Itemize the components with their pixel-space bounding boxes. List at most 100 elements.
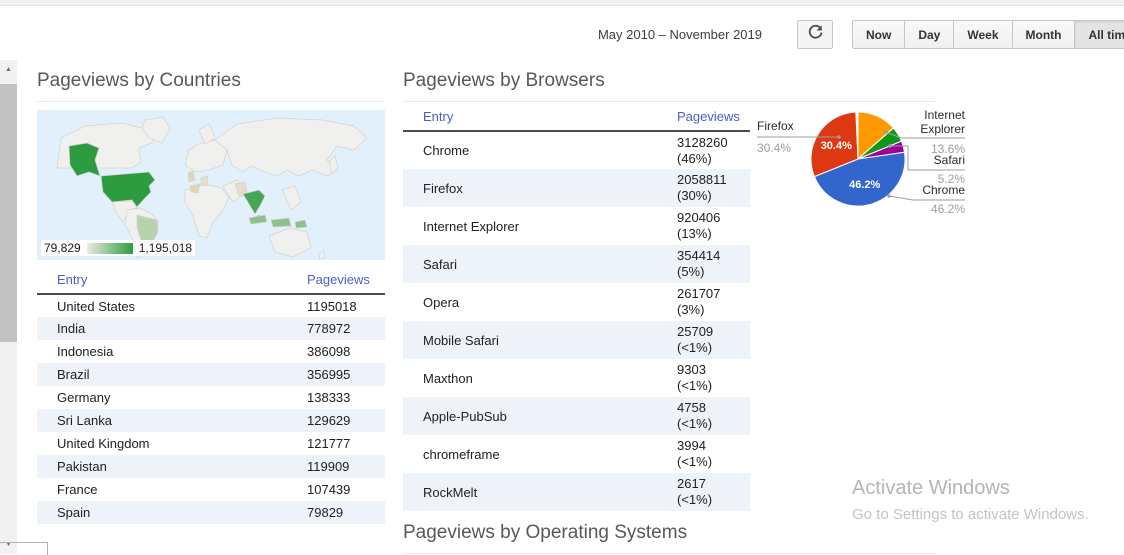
pie-inside-label: 30.4% (821, 140, 852, 152)
browsers-table: Entry Pageviews Chrome3128260(46%)Firefo… (403, 104, 750, 511)
entry-cell: United Kingdom (37, 432, 307, 455)
table-row: Chrome3128260(46%) (403, 131, 750, 169)
table-row: Apple-PubSub4758(<1%) (403, 397, 750, 435)
entry-cell: Germany (37, 386, 307, 409)
entry-cell: United States (37, 294, 307, 317)
pageviews-cell: 2617(<1%) (677, 473, 750, 511)
entry-cell: Indonesia (37, 340, 307, 363)
pageviews-cell: 3994(<1%) (677, 435, 750, 473)
entry-cell: Spain (37, 501, 307, 524)
table-row: Indonesia386098 (37, 340, 385, 363)
table-header-row: Entry Pageviews (37, 267, 385, 294)
table-row: Pakistan119909 (37, 455, 385, 478)
countries-table: Entry Pageviews United States1195018Indi… (37, 267, 385, 524)
pageviews-cell: 386098 (307, 340, 385, 363)
table-row: Mobile Safari25709(<1%) (403, 321, 750, 359)
table-row: Spain79829 (37, 501, 385, 524)
table-row: Brazil356995 (37, 363, 385, 386)
table-row: India778972 (37, 317, 385, 340)
pie-callout-chrome-pct: 46.2% (903, 202, 965, 216)
entry-cell: chromeframe (403, 435, 677, 473)
pageviews-column-header[interactable]: Pageviews (307, 267, 385, 294)
entry-cell: Firefox (403, 169, 677, 207)
vertical-scrollbar[interactable]: ▲ ▼ (0, 60, 17, 554)
activate-windows-subtext: Go to Settings to activate Windows. (852, 506, 1089, 523)
pie-callout-ie-label: Internet Explorer (903, 108, 965, 136)
entry-cell: France (37, 478, 307, 501)
pageviews-cell: 261707(3%) (677, 283, 750, 321)
countries-section-title: Pageviews by Countries (37, 70, 385, 102)
entry-cell: Mobile Safari (403, 321, 677, 359)
table-header-row: Entry Pageviews (403, 104, 750, 131)
section-pageviews-by-operating-systems: Pageviews by Operating Systems (403, 522, 935, 554)
activate-windows-watermark: Activate Windows (852, 477, 1010, 500)
entry-cell: Maxthon (403, 359, 677, 397)
time-range-button-group: Now Day Week Month All time (852, 20, 1124, 49)
table-row: RockMelt2617(<1%) (403, 473, 750, 511)
table-row: Internet Explorer920406(13%) (403, 207, 750, 245)
entry-cell: Apple-PubSub (403, 397, 677, 435)
browsers-section-title: Pageviews by Browsers (403, 70, 935, 102)
entry-cell: Brazil (37, 363, 307, 386)
pageviews-column-header[interactable]: Pageviews (677, 104, 750, 131)
refresh-icon (807, 24, 824, 46)
scroll-up-arrow-icon[interactable]: ▲ (0, 62, 17, 77)
table-row: Safari354414(5%) (403, 245, 750, 283)
pageviews-cell: 129629 (307, 409, 385, 432)
pageviews-cell: 25709(<1%) (677, 321, 750, 359)
legend-min-value: 79,829 (44, 241, 81, 255)
pageviews-cell: 356995 (307, 363, 385, 386)
table-row: United States1195018 (37, 294, 385, 317)
table-row: Sri Lanka129629 (37, 409, 385, 432)
pageviews-cell: 2058811(30%) (677, 169, 750, 207)
pageviews-cell: 778972 (307, 317, 385, 340)
pageviews-cell: 1195018 (307, 294, 385, 317)
entry-cell: Pakistan (37, 455, 307, 478)
range-button-all-time[interactable]: All time (1074, 20, 1124, 49)
scrollbar-thumb[interactable] (0, 84, 17, 342)
map-region-alaska (69, 143, 100, 176)
os-section-title: Pageviews by Operating Systems (403, 522, 935, 554)
pageviews-cell: 107439 (307, 478, 385, 501)
entry-cell: Chrome (403, 131, 677, 169)
pageviews-cell: 920406(13%) (677, 207, 750, 245)
pageviews-cell: 79829 (307, 501, 385, 524)
refresh-button[interactable] (797, 20, 833, 49)
status-bubble (0, 542, 48, 555)
table-row: Germany138333 (37, 386, 385, 409)
pageviews-cell: 354414(5%) (677, 245, 750, 283)
table-row: France107439 (37, 478, 385, 501)
table-row: United Kingdom121777 (37, 432, 385, 455)
range-button-week[interactable]: Week (953, 20, 1012, 49)
table-row: Opera261707(3%) (403, 283, 750, 321)
pageviews-cell: 119909 (307, 455, 385, 478)
browsers-pie-chart[interactable]: 46.2%30.4% Firefox 30.4% Internet Explor… (753, 106, 1003, 236)
pie-inside-label: 46.2% (849, 179, 880, 191)
window-top-strip (0, 0, 1124, 6)
range-button-month[interactable]: Month (1012, 20, 1076, 49)
legend-max-value: 1,195,018 (139, 241, 192, 255)
map-color-legend: 79,829 1,195,018 (41, 240, 195, 256)
pageviews-cell: 121777 (307, 432, 385, 455)
table-row: chromeframe3994(<1%) (403, 435, 750, 473)
entry-cell: Opera (403, 283, 677, 321)
pie-callout-chrome-label: Chrome (903, 183, 965, 197)
map-region-france (190, 184, 200, 193)
pie-callout-firefox-label: Firefox (757, 119, 794, 133)
legend-gradient-bar (87, 243, 133, 254)
entry-column-header[interactable]: Entry (403, 104, 677, 131)
world-choropleth-map[interactable]: 79,829 1,195,018 (37, 110, 385, 260)
entry-cell: India (37, 317, 307, 340)
range-button-now[interactable]: Now (852, 20, 905, 49)
entry-cell: Internet Explorer (403, 207, 677, 245)
range-button-day[interactable]: Day (904, 20, 954, 49)
date-range-label: May 2010 – November 2019 (540, 27, 762, 42)
map-region-germany (201, 176, 208, 186)
pageviews-cell: 9303(<1%) (677, 359, 750, 397)
pageviews-cell: 4758(<1%) (677, 397, 750, 435)
entry-cell: Safari (403, 245, 677, 283)
table-row: Firefox2058811(30%) (403, 169, 750, 207)
pageviews-cell: 138333 (307, 386, 385, 409)
entry-cell: Sri Lanka (37, 409, 307, 432)
entry-column-header[interactable]: Entry (37, 267, 307, 294)
